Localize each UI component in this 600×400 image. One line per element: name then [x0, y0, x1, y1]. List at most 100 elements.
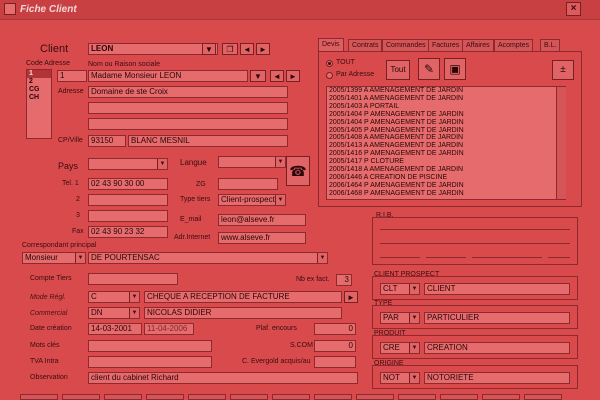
chevron-down-icon[interactable]: ▼: [157, 159, 167, 169]
devis-list[interactable]: 2005/1399 A AMENAGEMENT DE JARDIN 2005/1…: [326, 86, 566, 200]
produit-field[interactable]: CREATION: [424, 342, 570, 354]
commercial-field[interactable]: NICOLAS DIDIER: [144, 307, 342, 319]
print-icon[interactable]: ▣: [444, 58, 466, 80]
next-record-button[interactable]: ►: [256, 43, 270, 55]
list-item[interactable]: 2005/1405 P AMENAGEMENT DE JARDIN: [327, 127, 565, 135]
list-item[interactable]: 2005/1403 A PORTAIL: [327, 103, 565, 111]
list-item[interactable]: 2005/1413 A AMENAGEMENT DE JARDIN: [327, 142, 565, 150]
ville-field[interactable]: BLANC MESNIL: [128, 135, 288, 147]
plaf-encours-field[interactable]: 0: [314, 323, 356, 335]
observation-field[interactable]: client du cabinet Richard: [88, 372, 358, 384]
type-field[interactable]: PARTICULIER: [424, 312, 570, 324]
pays-select[interactable]: [88, 158, 168, 170]
list-item[interactable]: 2006/1468 P AMENAGEMENT DE JARDIN: [327, 190, 565, 198]
client-dropdown-button[interactable]: ▼: [202, 43, 216, 55]
toolbar-button[interactable]: [146, 394, 184, 400]
code-adresse-list[interactable]: 1 2 CG CH: [26, 69, 52, 139]
toolbar-button[interactable]: [62, 394, 100, 400]
toolbar-button[interactable]: [356, 394, 394, 400]
tel1-field[interactable]: 02 43 90 30 00: [88, 178, 168, 190]
rib-line-3b[interactable]: [426, 257, 466, 258]
scom-field[interactable]: 0: [314, 340, 356, 352]
chevron-down-icon[interactable]: ▼: [317, 253, 327, 263]
list-item[interactable]: 2005/1408 A AMENAGEMENT DE JARDIN: [327, 134, 565, 142]
correspondant-nom-field[interactable]: DE POURTENSAC: [88, 252, 328, 264]
radio-tout[interactable]: [326, 60, 333, 67]
list-item[interactable]: 2005/1418 A AMENAGEMENT DE JARDIN: [327, 166, 565, 174]
devis-scrollbar[interactable]: [556, 87, 566, 199]
mots-cles-field[interactable]: [88, 340, 212, 352]
chevron-down-icon[interactable]: ▼: [129, 308, 139, 318]
chevron-down-icon[interactable]: ▼: [129, 292, 139, 302]
chevron-down-icon[interactable]: ▼: [409, 343, 419, 353]
c-evergold-field[interactable]: [314, 356, 356, 368]
list-item[interactable]: 2005/1417 P CLOTURE: [327, 158, 565, 166]
toolbar-button[interactable]: [398, 394, 436, 400]
tab-factures[interactable]: Factures: [428, 39, 464, 51]
fax-field[interactable]: 02 43 90 23 32: [88, 226, 168, 238]
chevron-down-icon[interactable]: ▼: [275, 195, 285, 205]
list-item[interactable]: 2005/1401 A AMENAGEMENT DE JARDIN: [327, 95, 565, 103]
code-adresse-item[interactable]: CG: [27, 86, 51, 94]
tab-acomptes[interactable]: Acomptes: [494, 39, 534, 51]
adr-internet-field[interactable]: www.alseve.fr: [218, 232, 306, 244]
mode-regl-field[interactable]: CHEQUE A RECEPTION DE FACTURE: [144, 291, 342, 303]
email-field[interactable]: leon@alseve.fr: [218, 214, 306, 226]
chevron-down-icon[interactable]: ▼: [409, 284, 419, 294]
toolbar-button[interactable]: [230, 394, 268, 400]
rib-line-3a[interactable]: [380, 257, 420, 258]
tab-bl[interactable]: B.L.: [540, 39, 561, 51]
wand-icon[interactable]: ✎: [418, 58, 440, 80]
toolbar-button[interactable]: [20, 394, 58, 400]
tab-devis[interactable]: Devis: [318, 38, 344, 51]
chevron-down-icon[interactable]: ▼: [275, 157, 285, 167]
date-creation-field[interactable]: 14-03-2001: [88, 323, 142, 335]
list-item[interactable]: 2005/1416 P AMENAGEMENT DE JARDIN: [327, 150, 565, 158]
adresse-prev-button[interactable]: ◄: [270, 70, 284, 82]
cp-field[interactable]: 93150: [88, 135, 126, 147]
rib-line-3c[interactable]: [472, 257, 542, 258]
rib-line-1[interactable]: [380, 229, 570, 230]
client-prospect-field[interactable]: CLIENT: [424, 283, 570, 295]
rib-line-3d[interactable]: [548, 257, 570, 258]
list-item[interactable]: 2005/1399 A AMENAGEMENT DE JARDIN: [327, 87, 565, 95]
list-item[interactable]: 2005/1404 P AMENAGEMENT DE JARDIN: [327, 111, 565, 119]
toolbar-button[interactable]: [524, 394, 562, 400]
nb-ex-fact-field[interactable]: 3: [336, 274, 352, 286]
copy-icon[interactable]: ❐: [222, 43, 238, 55]
chevron-down-icon[interactable]: ▼: [75, 253, 85, 263]
zg-field[interactable]: [218, 178, 278, 190]
tab-affaires[interactable]: Affaires: [462, 39, 494, 51]
tva-field[interactable]: [88, 356, 212, 368]
tab-contrats[interactable]: Contrats: [348, 39, 383, 51]
toolbar-button[interactable]: [104, 394, 142, 400]
code-adresse-item[interactable]: CH: [27, 94, 51, 102]
nom-field[interactable]: Madame Monsieur LEON: [88, 70, 248, 82]
num-field[interactable]: 1: [57, 70, 87, 82]
close-button[interactable]: ×: [566, 2, 581, 16]
client-code-field[interactable]: LEON: [88, 43, 218, 55]
toolbar-button[interactable]: [272, 394, 310, 400]
radio-par-adresse[interactable]: [326, 72, 333, 79]
toolbar-button[interactable]: [440, 394, 478, 400]
rib-line-2[interactable]: [380, 243, 570, 244]
adresse-field-1[interactable]: Domaine de ste Croix: [88, 86, 288, 98]
list-item[interactable]: 2006/1464 P AMENAGEMENT DE JARDIN: [327, 182, 565, 190]
code-adresse-item[interactable]: 2: [27, 78, 51, 86]
tel3-field[interactable]: [88, 210, 168, 222]
code-adresse-item[interactable]: 1: [27, 70, 51, 78]
adresse-field-3[interactable]: [88, 118, 288, 130]
prev-record-button[interactable]: ◄: [240, 43, 254, 55]
phone-icon[interactable]: ☎: [286, 156, 310, 186]
origine-field[interactable]: NOTORIETE: [424, 372, 570, 384]
nom-dropdown-button[interactable]: ▼: [250, 70, 266, 82]
tel2-field[interactable]: [88, 194, 168, 206]
tout-button[interactable]: Tout: [386, 60, 410, 80]
list-item[interactable]: 2005/1404 P AMENAGEMENT DE JARDIN: [327, 119, 565, 127]
chevron-down-icon[interactable]: ▼: [409, 313, 419, 323]
adresse-next-button[interactable]: ►: [286, 70, 300, 82]
toolbar-button[interactable]: [314, 394, 352, 400]
list-item[interactable]: 2006/1446 A CREATION DE PISCINE: [327, 174, 565, 182]
adresse-field-2[interactable]: [88, 102, 288, 114]
toolbar-button[interactable]: [482, 394, 520, 400]
